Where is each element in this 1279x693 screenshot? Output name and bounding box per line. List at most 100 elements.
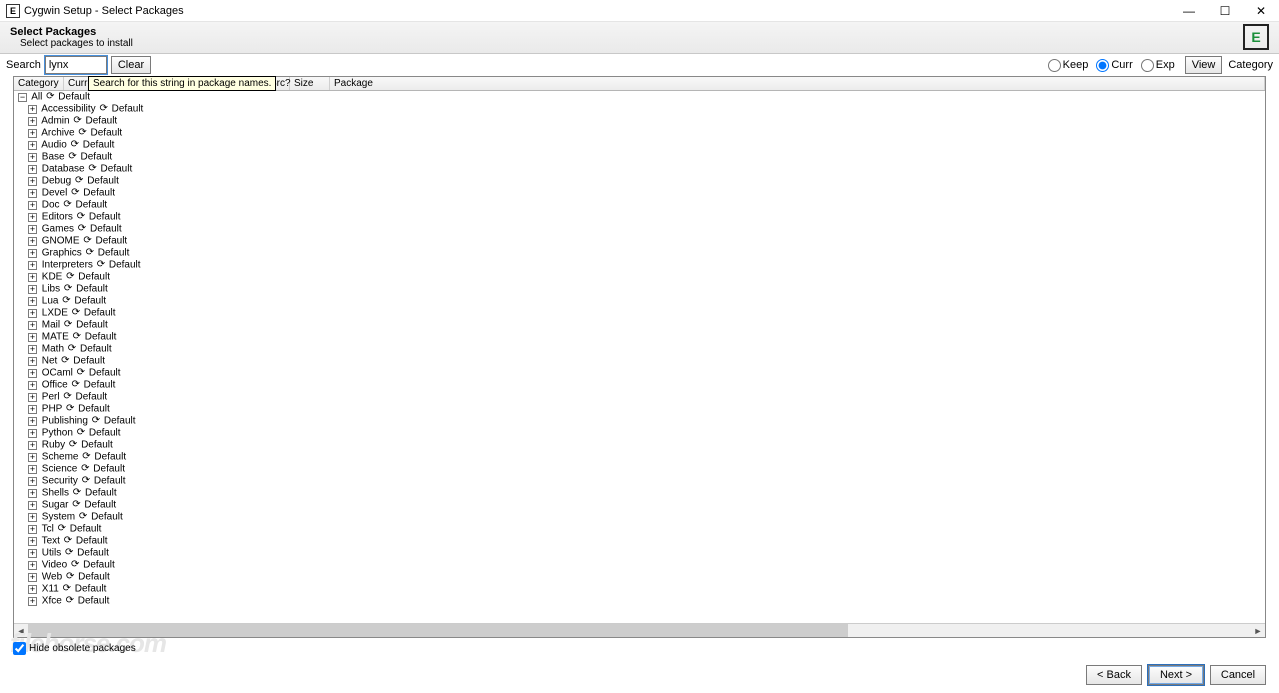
col-category[interactable]: Category [14, 77, 64, 90]
cycle-icon[interactable]: ⟳ [78, 223, 86, 235]
expander-icon[interactable]: + [28, 561, 37, 570]
tree-item-video[interactable]: + Video ⟳ Default [14, 559, 1265, 571]
cancel-button[interactable]: Cancel [1210, 665, 1266, 685]
expander-icon[interactable]: + [28, 321, 37, 330]
expander-icon[interactable]: + [28, 537, 37, 546]
expander-icon[interactable]: + [28, 477, 37, 486]
expander-icon[interactable]: + [28, 357, 37, 366]
tree-item-base[interactable]: + Base ⟳ Default [14, 151, 1265, 163]
expander-icon[interactable]: + [28, 597, 37, 606]
tree-item-net[interactable]: + Net ⟳ Default [14, 355, 1265, 367]
tree-item-libs[interactable]: + Libs ⟳ Default [14, 283, 1265, 295]
tree-item-text[interactable]: + Text ⟳ Default [14, 535, 1265, 547]
cycle-icon[interactable]: ⟳ [77, 367, 85, 379]
expander-icon[interactable]: + [28, 189, 37, 198]
tree-item-system[interactable]: + System ⟳ Default [14, 511, 1265, 523]
expander-icon[interactable]: + [28, 225, 37, 234]
scroll-left-button[interactable]: ◄ [14, 624, 28, 638]
expander-icon[interactable]: + [28, 213, 37, 222]
cycle-icon[interactable]: ⟳ [73, 487, 81, 499]
tree-item-interpreters[interactable]: + Interpreters ⟳ Default [14, 259, 1265, 271]
cycle-icon[interactable]: ⟳ [73, 115, 81, 127]
cycle-icon[interactable]: ⟳ [72, 499, 80, 511]
cycle-icon[interactable]: ⟳ [64, 283, 72, 295]
cycle-icon[interactable]: ⟳ [63, 199, 71, 211]
expander-icon[interactable]: + [28, 273, 37, 282]
tree-item-scheme[interactable]: + Scheme ⟳ Default [14, 451, 1265, 463]
expander-icon[interactable]: + [28, 525, 37, 534]
search-input[interactable] [45, 56, 107, 74]
tree-item-tcl[interactable]: + Tcl ⟳ Default [14, 523, 1265, 535]
tree-root-all[interactable]: − All ⟳ Default [14, 91, 1265, 103]
expander-icon[interactable]: + [28, 333, 37, 342]
expander-icon[interactable]: + [28, 417, 37, 426]
tree-item-debug[interactable]: + Debug ⟳ Default [14, 175, 1265, 187]
minimize-button[interactable]: — [1171, 0, 1207, 22]
hide-obsolete-checkbox[interactable]: Hide obsolete packages [13, 642, 136, 655]
cycle-icon[interactable]: ⟳ [97, 259, 105, 271]
cycle-icon[interactable]: ⟳ [77, 211, 85, 223]
expander-icon[interactable]: + [28, 285, 37, 294]
expander-icon[interactable]: − [18, 93, 27, 102]
tree-item-ruby[interactable]: + Ruby ⟳ Default [14, 439, 1265, 451]
curr-radio[interactable]: Curr [1096, 59, 1132, 72]
tree-item-lua[interactable]: + Lua ⟳ Default [14, 295, 1265, 307]
tree-item-devel[interactable]: + Devel ⟳ Default [14, 187, 1265, 199]
tree-item-database[interactable]: + Database ⟳ Default [14, 163, 1265, 175]
tree-item-math[interactable]: + Math ⟳ Default [14, 343, 1265, 355]
tree-item-graphics[interactable]: + Graphics ⟳ Default [14, 247, 1265, 259]
tree-item-science[interactable]: + Science ⟳ Default [14, 463, 1265, 475]
cycle-icon[interactable]: ⟳ [88, 163, 96, 175]
expander-icon[interactable]: + [28, 393, 37, 402]
tree-item-x11[interactable]: + X11 ⟳ Default [14, 583, 1265, 595]
cycle-icon[interactable]: ⟳ [82, 475, 90, 487]
tree-item-python[interactable]: + Python ⟳ Default [14, 427, 1265, 439]
cycle-icon[interactable]: ⟳ [66, 403, 74, 415]
expander-icon[interactable]: + [28, 489, 37, 498]
cycle-icon[interactable]: ⟳ [68, 151, 76, 163]
cycle-icon[interactable]: ⟳ [64, 535, 72, 547]
cycle-icon[interactable]: ⟳ [61, 355, 69, 367]
cycle-icon[interactable]: ⟳ [66, 595, 74, 607]
tree-item-security[interactable]: + Security ⟳ Default [14, 475, 1265, 487]
horizontal-scrollbar[interactable]: ◄ ► [14, 623, 1265, 637]
expander-icon[interactable]: + [28, 345, 37, 354]
tree-item-lxde[interactable]: + LXDE ⟳ Default [14, 307, 1265, 319]
clear-button[interactable]: Clear [111, 56, 151, 74]
tree-item-mate[interactable]: + MATE ⟳ Default [14, 331, 1265, 343]
tree-item-sugar[interactable]: + Sugar ⟳ Default [14, 499, 1265, 511]
expander-icon[interactable]: + [28, 369, 37, 378]
expander-icon[interactable]: + [28, 465, 37, 474]
expander-icon[interactable]: + [28, 117, 37, 126]
col-size[interactable]: Size [290, 77, 330, 90]
cycle-icon[interactable]: ⟳ [58, 523, 66, 535]
tree-item-shells[interactable]: + Shells ⟳ Default [14, 487, 1265, 499]
tree-item-web[interactable]: + Web ⟳ Default [14, 571, 1265, 583]
expander-icon[interactable]: + [28, 429, 37, 438]
maximize-button[interactable]: ☐ [1207, 0, 1243, 22]
close-button[interactable]: ✕ [1243, 0, 1279, 22]
expander-icon[interactable]: + [28, 105, 37, 114]
expander-icon[interactable]: + [28, 405, 37, 414]
scroll-thumb[interactable] [28, 624, 848, 637]
tree-item-office[interactable]: + Office ⟳ Default [14, 379, 1265, 391]
tree-item-perl[interactable]: + Perl ⟳ Default [14, 391, 1265, 403]
cycle-icon[interactable]: ⟳ [64, 319, 72, 331]
tree-item-ocaml[interactable]: + OCaml ⟳ Default [14, 367, 1265, 379]
cycle-icon[interactable]: ⟳ [63, 583, 71, 595]
cycle-icon[interactable]: ⟳ [66, 271, 74, 283]
tree-item-accessibility[interactable]: + Accessibility ⟳ Default [14, 103, 1265, 115]
next-button[interactable]: Next > [1148, 665, 1204, 685]
expander-icon[interactable]: + [28, 237, 37, 246]
expander-icon[interactable]: + [28, 441, 37, 450]
cycle-icon[interactable]: ⟳ [63, 391, 71, 403]
cycle-icon[interactable]: ⟳ [72, 379, 80, 391]
col-package[interactable]: Package [330, 77, 1265, 90]
cycle-icon[interactable]: ⟳ [79, 511, 87, 523]
expander-icon[interactable]: + [28, 549, 37, 558]
expander-icon[interactable]: + [28, 585, 37, 594]
cycle-icon[interactable]: ⟳ [83, 235, 91, 247]
cycle-icon[interactable]: ⟳ [75, 175, 83, 187]
expander-icon[interactable]: + [28, 141, 37, 150]
tree-item-php[interactable]: + PHP ⟳ Default [14, 403, 1265, 415]
